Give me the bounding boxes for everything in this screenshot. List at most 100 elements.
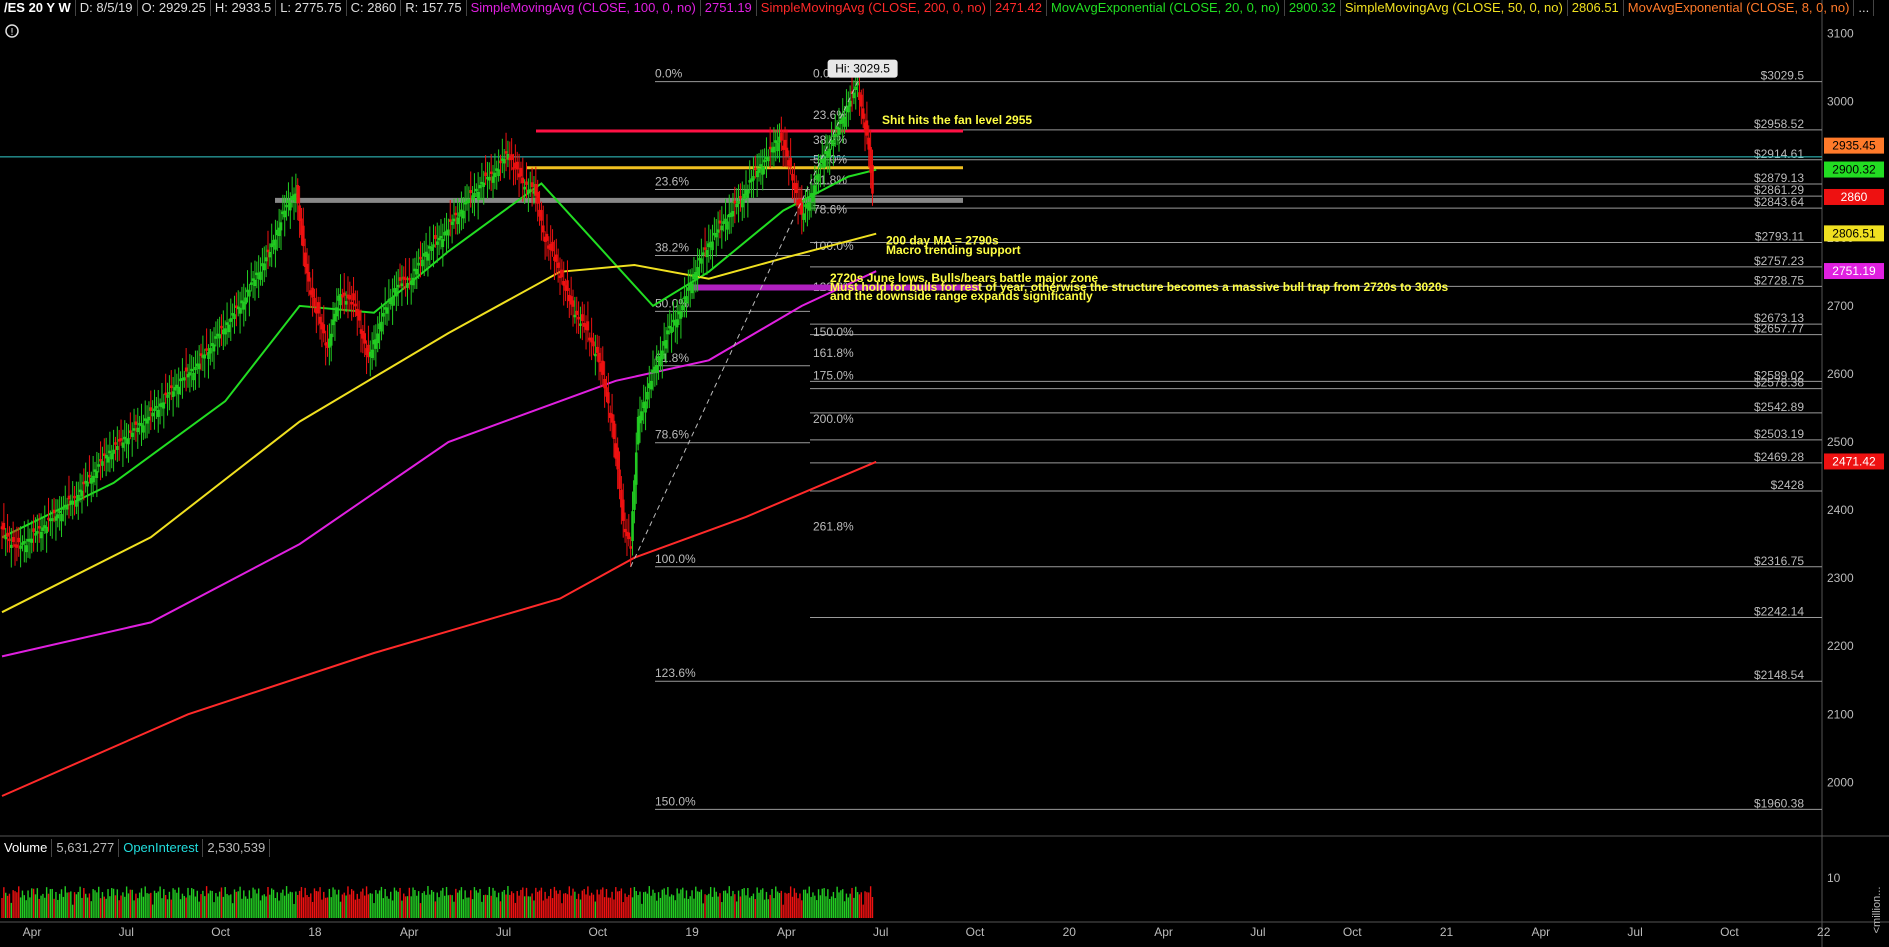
- candle-body: [398, 277, 402, 281]
- fib-level-price: $1960.38: [1754, 796, 1804, 810]
- fib-level-price: $2542.89: [1754, 400, 1804, 414]
- study-ema8-label[interactable]: MovAvgExponential (CLOSE, 8, 0, no): [1624, 0, 1855, 16]
- candle-body: [629, 546, 632, 549]
- study-sma100-value: 2751.19: [701, 0, 757, 16]
- x-tick-label: Apr: [23, 925, 42, 939]
- candle-body: [313, 297, 316, 307]
- candle-body: [114, 442, 117, 445]
- fib-percent-label: 0.0%: [655, 67, 683, 81]
- symbol-label[interactable]: /ES 20 Y W: [0, 0, 76, 16]
- fib-percent-label: 78.6%: [813, 202, 847, 216]
- candle-body: [607, 392, 610, 404]
- study-ema20-value: 2900.32: [1285, 0, 1341, 16]
- candle-body: [525, 181, 528, 185]
- chart-annotation: Shit hits the fan level 2955: [882, 113, 1032, 127]
- candle-body: [129, 430, 132, 433]
- fib-percent-label: 23.6%: [655, 174, 689, 188]
- candle-body: [554, 254, 558, 262]
- candle-body: [17, 537, 21, 543]
- candle-body: [316, 302, 320, 314]
- candle-body: [47, 517, 50, 521]
- y-tick-label: 3000: [1827, 95, 1854, 109]
- fib-level-price: $2316.75: [1754, 554, 1804, 568]
- candle-body: [608, 412, 612, 418]
- y-tick-label: 2100: [1827, 707, 1854, 721]
- x-tick-label: Apr: [400, 925, 419, 939]
- x-tick-label: Apr: [777, 925, 796, 939]
- fib-level-price: $2469.28: [1754, 450, 1804, 464]
- candle-body: [703, 247, 707, 250]
- bar-high: H: 2933.5: [211, 0, 277, 16]
- candle-body: [15, 544, 19, 548]
- moving-average-line: [1, 270, 877, 658]
- moving-average-line: [1, 460, 877, 797]
- candle-body: [623, 528, 627, 533]
- fib-level-price: $2793.11: [1755, 230, 1804, 244]
- y-tick-label: 2500: [1827, 435, 1854, 449]
- candle-body: [577, 316, 580, 320]
- candle-body: [348, 295, 352, 300]
- candle-body: [117, 439, 121, 442]
- candle-body: [357, 310, 361, 321]
- candle-body: [521, 177, 525, 184]
- candle-body: [551, 241, 554, 252]
- fib-percent-label: 100.0%: [655, 552, 696, 566]
- candle-body: [82, 481, 86, 485]
- fib-level-price: $2428: [1771, 478, 1805, 492]
- x-tick-label: Jul: [119, 925, 134, 939]
- price-chart[interactable]: !200021002200230024002500260027002800290…: [0, 0, 1889, 947]
- fib-level-price: $2958.52: [1754, 117, 1804, 131]
- candle-body: [581, 314, 584, 322]
- candle-body: [311, 287, 314, 298]
- fib-percent-label: 150.0%: [813, 325, 854, 339]
- candle-body: [595, 346, 599, 353]
- fib-level-price: $3029.5: [1761, 69, 1805, 83]
- study-sma200-value: 2471.42: [991, 0, 1047, 16]
- x-tick-label: Apr: [1531, 925, 1550, 939]
- candle-body: [586, 321, 590, 331]
- candle-body: [571, 300, 575, 307]
- fib-level-price: $2148.54: [1754, 668, 1804, 682]
- y-tick-label: 2600: [1827, 367, 1854, 381]
- candle-body: [858, 92, 861, 100]
- candle-body: [556, 262, 560, 268]
- volume-value: 5,631,277: [52, 839, 120, 857]
- candle-body: [489, 171, 493, 175]
- x-tick-label: Jul: [496, 925, 511, 939]
- price-tag-label: 2471.42: [1832, 454, 1876, 468]
- volume-unit-label: <million...: [1871, 887, 1883, 934]
- x-tick-label: Oct: [966, 925, 985, 939]
- candle-body: [454, 212, 458, 216]
- candle-body: [865, 120, 869, 136]
- candle-body: [787, 160, 791, 166]
- candle-body: [519, 167, 523, 177]
- candle-body: [861, 108, 865, 119]
- bar-close: C: 2860: [347, 0, 402, 16]
- study-sma50-label[interactable]: SimpleMovingAvg (CLOSE, 50, 0, no): [1341, 0, 1568, 16]
- candle-body: [733, 200, 737, 204]
- candle-body: [8, 538, 11, 542]
- study-ema20-label[interactable]: MovAvgExponential (CLOSE, 20, 0, no): [1047, 0, 1285, 16]
- oi-label[interactable]: OpenInterest: [119, 839, 204, 857]
- candle-body: [780, 132, 783, 141]
- candle-body: [627, 532, 631, 540]
- volume-label[interactable]: Volume: [0, 839, 53, 857]
- candle-body: [592, 341, 595, 347]
- volume-header: Volume 5,631,277 OpenInterest 2,530,539: [0, 839, 271, 857]
- study-sma200-label[interactable]: SimpleMovingAvg (CLOSE, 200, 0, no): [757, 0, 991, 16]
- y-tick-label: 2700: [1827, 299, 1854, 313]
- candle-body: [119, 438, 123, 441]
- candle-body: [6, 532, 9, 537]
- candle-body: [322, 324, 326, 334]
- candle-body: [618, 469, 621, 489]
- candle-body: [32, 528, 35, 532]
- candle-body: [408, 277, 411, 281]
- chart-annotation: Macro trending support: [886, 243, 1021, 257]
- price-tag-label: 2806.51: [1832, 226, 1876, 240]
- candle-body: [305, 263, 309, 274]
- fib-level-price: $2843.64: [1754, 195, 1804, 209]
- candle-body: [510, 154, 513, 160]
- fib-level-price: $2503.19: [1754, 427, 1804, 441]
- candle-body: [754, 167, 757, 171]
- study-sma100-label[interactable]: SimpleMovingAvg (CLOSE, 100, 0, no): [467, 0, 701, 16]
